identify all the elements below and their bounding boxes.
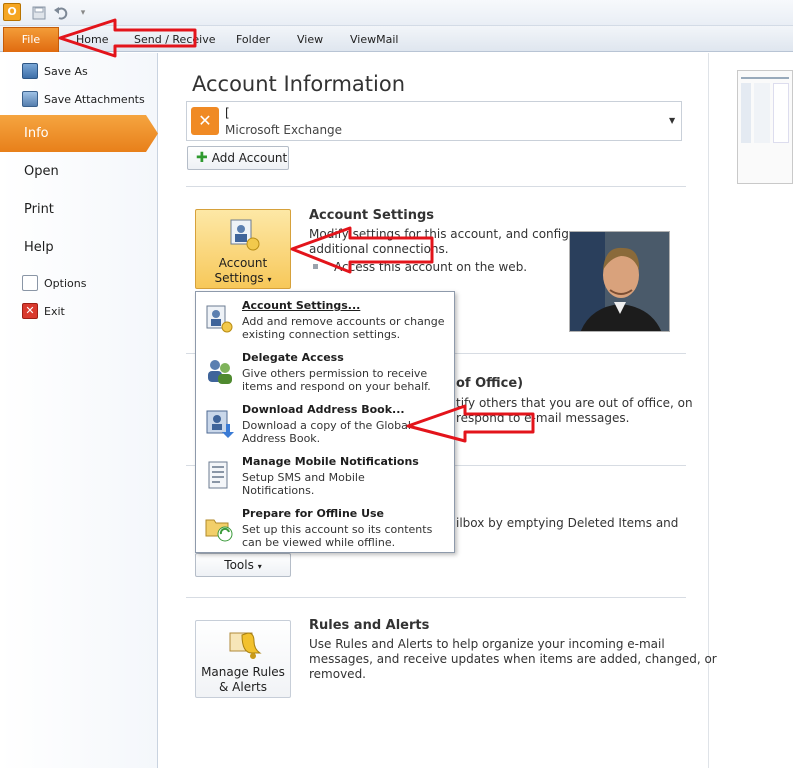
nav-save-as[interactable]: Save As: [22, 63, 88, 79]
menu-item-desc-2: Address Book.: [242, 432, 321, 445]
manage-rules-line2: & Alerts: [219, 680, 267, 694]
cleanup-text: ilbox by emptying Deleted Items and: [456, 516, 679, 530]
menu-item-desc-1: Setup SMS and Mobile: [242, 471, 365, 484]
nav-open[interactable]: Open: [24, 164, 59, 179]
menu-item-desc-2: Notifications.: [242, 484, 315, 497]
offline-sync-icon: [205, 519, 233, 542]
address-book-download-icon: [206, 410, 234, 438]
exit-icon: ✕: [22, 303, 38, 319]
account-settings-icon: [206, 305, 233, 333]
nav-options-label: Options: [44, 276, 87, 290]
exchange-icon: ✕: [191, 107, 219, 135]
add-account-label: Add Account: [211, 151, 288, 165]
out-of-office-text-2: respond to e-mail messages.: [456, 411, 630, 425]
separator: [186, 186, 686, 187]
menu-item-desc-1: Give others permission to receive: [242, 367, 428, 380]
manage-rules-line1: Manage Rules: [201, 665, 285, 679]
nav-save-attachments-label: Save Attachments: [44, 92, 145, 106]
options-icon: [22, 275, 38, 291]
account-settings-button[interactable]: Account Settings ▾: [195, 209, 291, 289]
plus-icon: ✚: [196, 150, 208, 166]
nav-info[interactable]: Info: [0, 115, 158, 152]
tab-home[interactable]: Home: [76, 31, 108, 49]
menu-item-desc-1: Download a copy of the Global: [242, 419, 411, 432]
account-settings-title: Account Settings: [309, 208, 435, 223]
rules-alerts-title: Rules and Alerts: [309, 618, 430, 633]
menu-item-account-settings[interactable]: Account Settings... Add and remove accou…: [196, 294, 454, 346]
nav-exit[interactable]: ✕ Exit: [22, 303, 65, 319]
menu-item-desc-2: items and respond on your behalf.: [242, 380, 431, 393]
delegate-users-icon: [208, 360, 232, 384]
account-name: [: [225, 106, 230, 120]
menu-item-desc-1: Set up this account so its contents: [242, 523, 433, 536]
menu-item-title: Prepare for Offline Use: [242, 507, 385, 520]
mobile-notifications-icon: [208, 461, 228, 489]
nav-exit-label: Exit: [44, 304, 65, 318]
menu-item-delegate-access[interactable]: Delegate Access Give others permission t…: [196, 346, 454, 398]
account-settings-text-2: additional connections.: [309, 242, 449, 256]
rules-alerts-text-3: removed.: [309, 667, 366, 681]
menu-item-title: Download Address Book...: [242, 403, 405, 416]
out-of-office-title: of Office): [456, 376, 524, 391]
quick-access-toolbar: O ▾: [0, 0, 793, 26]
nav-help[interactable]: Help: [24, 240, 54, 255]
account-settings-button-line2: Settings ▾: [214, 271, 272, 285]
menu-item-title: Account Settings...: [242, 299, 361, 312]
tab-view[interactable]: View: [297, 31, 323, 49]
rules-alerts-icon: [229, 632, 262, 659]
nav-save-attachments[interactable]: Save Attachments: [22, 91, 145, 107]
menu-item-title: Manage Mobile Notifications: [242, 455, 419, 468]
nav-print[interactable]: Print: [24, 202, 54, 217]
manage-rules-alerts-button[interactable]: Manage Rules & Alerts: [195, 620, 291, 698]
save-as-icon: [22, 63, 38, 79]
bullet: [313, 264, 318, 269]
menu-item-download-address-book[interactable]: Download Address Book... Download a copy…: [196, 398, 454, 450]
add-account-button[interactable]: ✚ Add Account: [187, 146, 289, 170]
menu-item-prepare-offline[interactable]: Prepare for Offline Use Set up this acco…: [196, 502, 454, 554]
account-type: Microsoft Exchange: [225, 123, 343, 137]
customize-toolbar-icon[interactable]: ▾: [75, 5, 91, 21]
outlook-app-icon[interactable]: O: [3, 3, 21, 21]
ribbon-tab-row: File Home Send / Receive Folder View Vie…: [0, 26, 793, 52]
account-settings-menu: Account Settings... Add and remove accou…: [195, 291, 455, 553]
nav-save-as-label: Save As: [44, 64, 88, 78]
account-selector[interactable]: ✕ [ Microsoft Exchange ▼: [186, 101, 682, 141]
tools-button[interactable]: Tools ▾: [195, 553, 291, 577]
dropdown-arrow-icon[interactable]: ▼: [669, 116, 675, 125]
menu-item-mobile-notifications[interactable]: Manage Mobile Notifications Setup SMS an…: [196, 450, 454, 502]
separator: [186, 597, 686, 598]
account-settings-button-line1: Account: [218, 256, 268, 270]
menu-item-desc-2: can be viewed while offline.: [242, 536, 396, 549]
tab-send-receive[interactable]: Send / Receive: [134, 31, 215, 49]
tab-viewmail[interactable]: ViewMail: [350, 31, 398, 49]
page-title: Account Information: [192, 72, 406, 96]
rules-alerts-text-1: Use Rules and Alerts to help organize yo…: [309, 637, 665, 651]
save-icon[interactable]: [31, 5, 47, 21]
out-of-office-text-1: tify others that you are out of office, …: [456, 396, 693, 410]
web-access-link[interactable]: Access this account on the web.: [334, 260, 527, 275]
tab-file[interactable]: File: [3, 27, 59, 52]
nav-options[interactable]: Options: [22, 275, 86, 291]
menu-item-desc-2: existing connection settings.: [242, 328, 401, 341]
preview-thumbnail: [737, 70, 793, 184]
account-settings-icon: [230, 219, 260, 251]
tab-folder[interactable]: Folder: [236, 31, 270, 49]
profile-photo: [569, 231, 670, 332]
account-settings-text-1: Modify settings for this account, and co…: [309, 227, 589, 241]
save-attachments-icon: [22, 91, 38, 107]
backstage-nav: [0, 53, 158, 768]
menu-item-title: Delegate Access: [242, 351, 344, 364]
undo-icon[interactable]: [53, 5, 69, 21]
outlook-backstage-window: O ▾ File Home Send / Receive Folder View…: [0, 0, 793, 768]
rules-alerts-text-2: messages, and receive updates when items…: [309, 652, 717, 666]
menu-item-desc-1: Add and remove accounts or change: [242, 315, 445, 328]
